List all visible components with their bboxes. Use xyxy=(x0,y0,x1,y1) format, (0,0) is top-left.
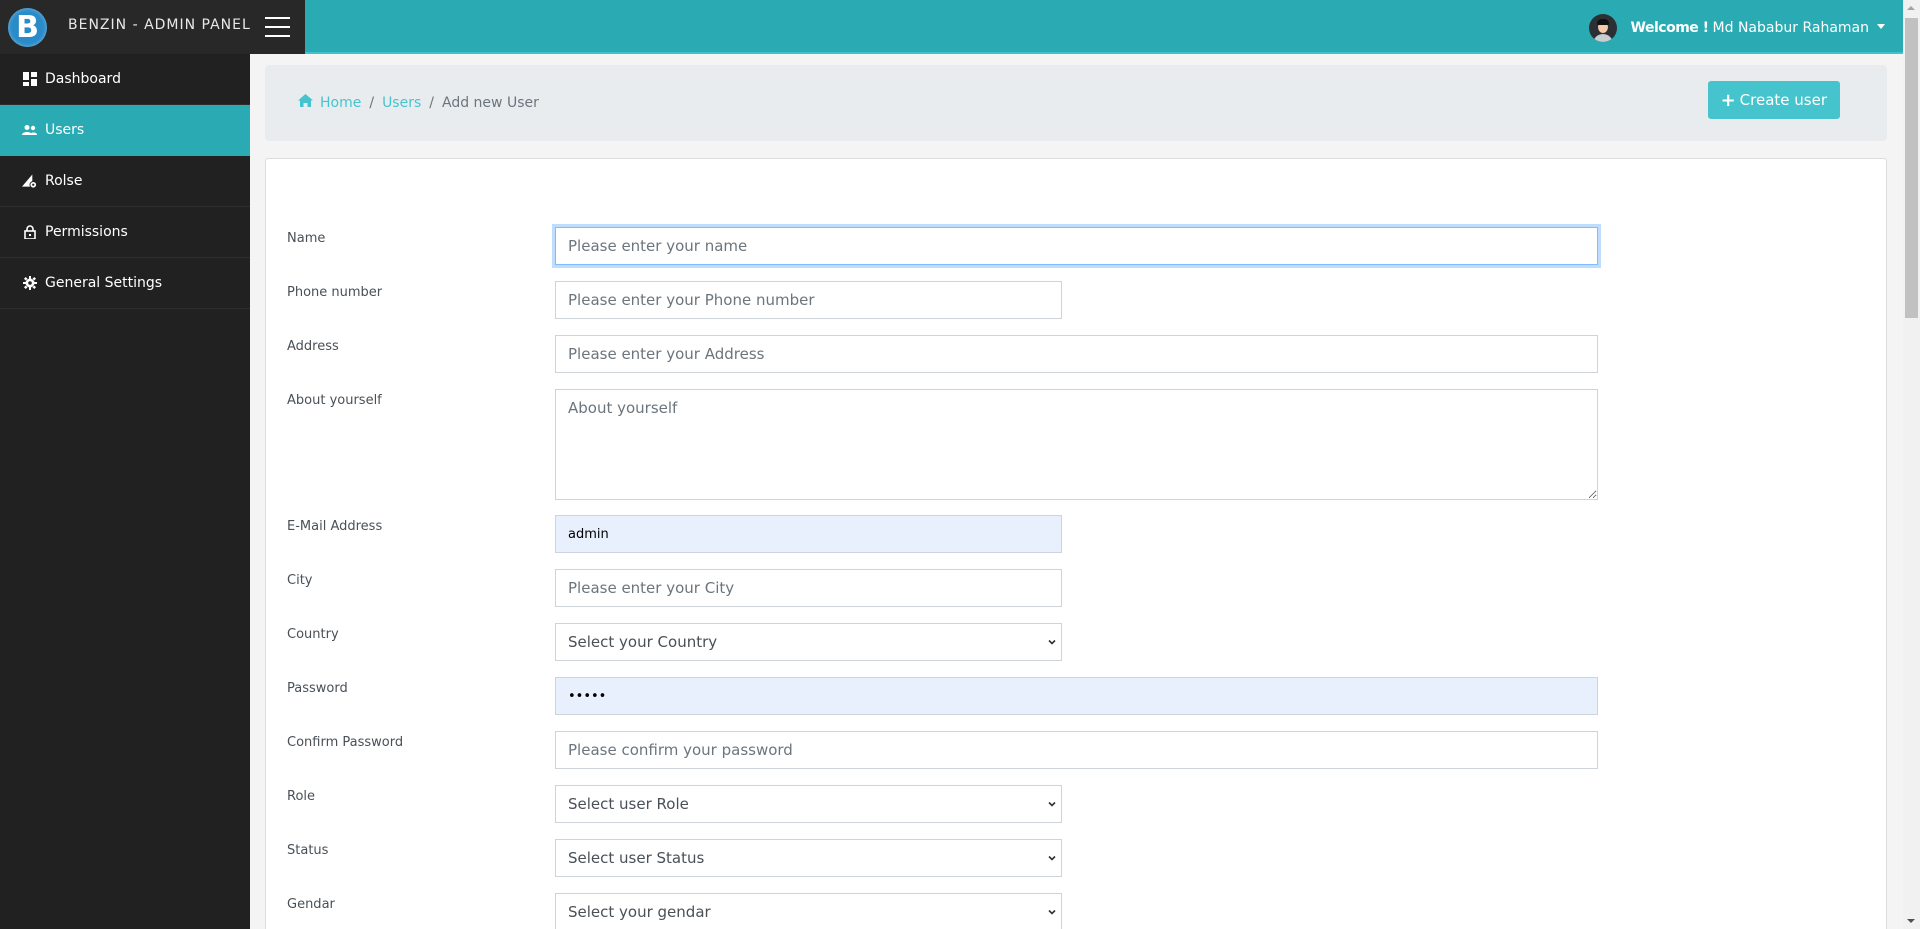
sidebar-item-label: Rolse xyxy=(45,173,83,189)
scroll-up-arrow-icon[interactable] xyxy=(1907,6,1915,10)
name-input[interactable] xyxy=(555,227,1598,265)
sidebar-item-label: General Settings xyxy=(45,275,163,291)
sidebar-item-users[interactable]: Users xyxy=(0,105,250,156)
brand-title: BENZIN - ADMIN PANEL xyxy=(68,17,251,33)
user-name: Md Nababur Rahaman xyxy=(1712,20,1869,36)
gender-select[interactable]: Select your gendar xyxy=(555,893,1062,929)
breadcrumb-separator: / xyxy=(369,94,375,111)
user-dropdown[interactable]: Welcome ! Md Nababur Rahaman xyxy=(1588,14,1885,42)
add-user-form-card: Name Phone number Address About yourself… xyxy=(265,158,1887,929)
breadcrumb: Home / Users / Add new User xyxy=(298,94,539,111)
password-input[interactable] xyxy=(555,677,1598,715)
gear-icon xyxy=(22,276,37,291)
sidebar-item-dashboard[interactable]: Dashboard xyxy=(0,54,250,105)
name-label: Name xyxy=(287,231,326,246)
country-select[interactable]: Select your Country xyxy=(555,623,1062,661)
gender-select-wrap: Select your gendar xyxy=(555,893,1062,929)
home-icon[interactable] xyxy=(298,94,313,111)
top-header: B BENZIN - ADMIN PANEL Welcome ! Md Naba… xyxy=(0,0,1903,54)
role-select-wrap: Select user Role xyxy=(555,785,1062,823)
brand-logo[interactable]: B xyxy=(8,8,47,47)
breadcrumb-bar: Home / Users / Add new User + Create use… xyxy=(265,65,1887,141)
confirm-password-input[interactable] xyxy=(555,731,1598,769)
sidebar-item-label: Permissions xyxy=(45,224,128,240)
sidebar: Dashboard Users Rolse Permissions Genera… xyxy=(0,54,250,929)
role-select[interactable]: Select user Role xyxy=(555,785,1062,823)
users-icon xyxy=(22,123,37,138)
status-label: Status xyxy=(287,843,329,858)
scroll-down-arrow-icon[interactable] xyxy=(1907,919,1915,923)
page-scrollbar[interactable] xyxy=(1903,0,1920,929)
sidebar-item-label: Users xyxy=(45,122,85,138)
status-select[interactable]: Select user Status xyxy=(555,839,1062,877)
phone-input[interactable] xyxy=(555,281,1062,319)
phone-label: Phone number xyxy=(287,285,383,300)
dashboard-icon xyxy=(22,72,37,87)
city-input[interactable] xyxy=(555,569,1062,607)
plus-icon: + xyxy=(1720,89,1736,111)
country-select-wrap: Select your Country xyxy=(555,623,1062,661)
sidebar-item-roles[interactable]: Rolse xyxy=(0,156,250,207)
sidebar-item-permissions[interactable]: Permissions xyxy=(0,207,250,258)
email-label: E-Mail Address xyxy=(287,519,383,534)
scroll-thumb[interactable] xyxy=(1905,18,1918,318)
create-user-label: Create user xyxy=(1739,91,1827,109)
confirm-password-label: Confirm Password xyxy=(287,735,404,750)
address-input[interactable] xyxy=(555,335,1598,373)
country-label: Country xyxy=(287,627,339,642)
about-label: About yourself xyxy=(287,393,382,408)
breadcrumb-users[interactable]: Users xyxy=(382,95,421,111)
about-textarea[interactable] xyxy=(555,389,1598,500)
address-label: Address xyxy=(287,339,339,354)
hamburger-menu-icon[interactable] xyxy=(265,16,290,38)
lock-icon xyxy=(22,225,37,240)
sidebar-item-label: Dashboard xyxy=(45,71,121,87)
roles-icon xyxy=(22,174,37,189)
email-input[interactable] xyxy=(555,515,1062,553)
create-user-button[interactable]: + Create user xyxy=(1707,81,1840,119)
gender-label: Gendar xyxy=(287,897,335,912)
welcome-label: Welcome ! xyxy=(1630,20,1710,36)
role-label: Role xyxy=(287,789,316,804)
password-label: Password xyxy=(287,681,348,696)
sidebar-item-general-settings[interactable]: General Settings xyxy=(0,258,250,309)
city-label: City xyxy=(287,573,313,588)
breadcrumb-current: Add new User xyxy=(442,94,539,111)
breadcrumb-home[interactable]: Home xyxy=(320,95,361,111)
breadcrumb-separator: / xyxy=(429,94,434,111)
caret-down-icon xyxy=(1877,23,1885,29)
brand-area: B BENZIN - ADMIN PANEL xyxy=(0,0,305,54)
status-select-wrap: Select user Status xyxy=(555,839,1062,877)
avatar xyxy=(1588,14,1617,42)
